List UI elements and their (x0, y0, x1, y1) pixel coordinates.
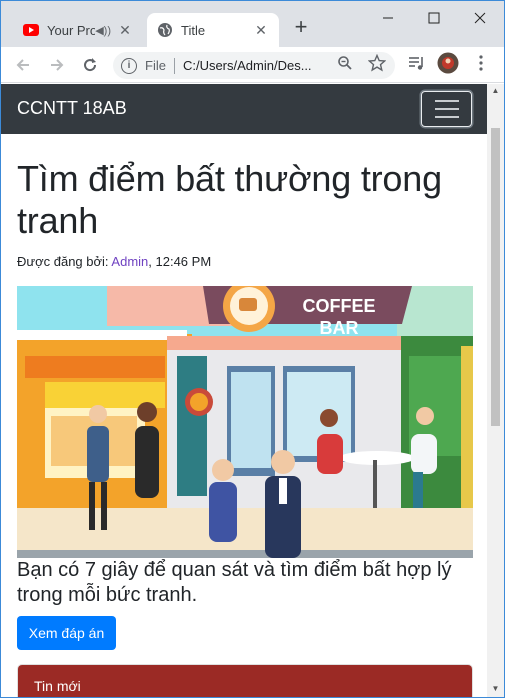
scheme-label: File (145, 58, 166, 73)
info-icon[interactable]: i (121, 57, 137, 74)
profile-avatar[interactable] (437, 52, 459, 74)
globe-icon (157, 22, 173, 38)
back-button[interactable] (11, 53, 35, 77)
scroll-up-arrow-icon[interactable]: ▲ (491, 86, 500, 96)
post-header: Tìm điểm bất thường trong tranh Được đăn… (17, 158, 473, 269)
media-control-icon[interactable] (406, 52, 428, 74)
bookmark-star-icon[interactable] (366, 52, 388, 74)
meta-prefix: Được đăng bởi: (17, 254, 112, 269)
post-description: Bạn có 7 giây để quan sát và tìm điểm bấ… (17, 559, 452, 606)
url-text[interactable]: C:/Users/Admin/Des... (183, 58, 333, 73)
navbar-brand[interactable]: CCNTT 18AB (17, 98, 127, 119)
hamburger-menu-icon[interactable] (421, 91, 472, 127)
reload-button[interactable] (78, 53, 102, 77)
news-card-header: Tin mới (18, 665, 472, 697)
page-scrollbar[interactable]: ▲ ▼ (487, 84, 504, 697)
more-menu-icon[interactable] (470, 52, 492, 74)
browser-toolbar: i File C:/Users/Admin/Des... (1, 47, 504, 83)
page-title: Tìm điểm bất thường trong tranh (17, 158, 442, 241)
tab-title-page[interactable]: Title ✕ (147, 13, 279, 47)
close-tab-icon[interactable]: ✕ (117, 22, 133, 38)
tab-title: Title (181, 22, 206, 38)
author-link[interactable]: Admin (111, 254, 148, 269)
browser-window: Your Pro ◀)) ✕ Title ✕ + i File C:/Users… (0, 0, 505, 698)
site-navbar: CCNTT 18AB (1, 84, 487, 134)
maximize-button[interactable] (411, 1, 457, 35)
close-window-button[interactable] (457, 1, 503, 35)
news-card: Tin mới (17, 664, 473, 697)
sign-line1: COFFEE (302, 296, 375, 316)
tab-youtube[interactable]: Your Pro ◀)) ✕ (13, 13, 143, 47)
youtube-icon (23, 22, 39, 38)
tab-title: Your Pro (47, 22, 96, 38)
post-time: , 12:46 PM (148, 254, 212, 269)
sign-line2: BAR (320, 318, 359, 338)
show-answer-button[interactable]: Xem đáp án (17, 616, 116, 650)
tab-strip: Your Pro ◀)) ✕ Title ✕ + (1, 1, 504, 47)
minimize-button[interactable] (365, 1, 411, 35)
post-image: COFFEE BAR (17, 286, 473, 558)
omnibox-separator (173, 57, 175, 74)
post-meta: Được đăng bởi: Admin, 12:46 PM (17, 254, 473, 269)
zoom-icon[interactable] (334, 52, 356, 74)
forward-button[interactable] (45, 53, 69, 77)
new-tab-button[interactable]: + (289, 16, 313, 40)
scrollbar-thumb[interactable] (491, 128, 500, 426)
page-viewport: CCNTT 18AB Tìm điểm bất thường trong tra… (1, 84, 487, 697)
close-tab-icon[interactable]: ✕ (253, 22, 269, 38)
scroll-down-arrow-icon[interactable]: ▼ (491, 684, 500, 694)
speaker-icon[interactable]: ◀)) (95, 24, 111, 37)
